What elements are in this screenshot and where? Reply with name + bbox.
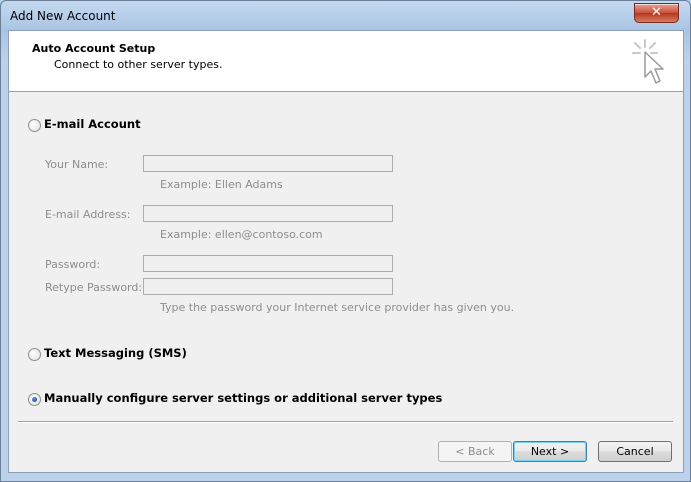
your-name-label: Your Name: xyxy=(45,158,109,171)
radio-selected-dot xyxy=(32,397,37,402)
password-hint: Type the password your Internet service … xyxy=(160,301,515,314)
password-input[interactable] xyxy=(143,255,393,272)
close-button[interactable]: ✕ xyxy=(634,3,679,23)
next-button[interactable]: Next > xyxy=(513,441,587,462)
footer-divider xyxy=(18,421,673,423)
sms-label[interactable]: Text Messaging (SMS) xyxy=(44,346,187,360)
email-address-hint: Example: ellen@contoso.com xyxy=(160,228,323,241)
retype-password-label: Retype Password: xyxy=(45,281,143,294)
email-address-label: E-mail Address: xyxy=(45,208,131,221)
sms-radio[interactable] xyxy=(28,348,41,361)
window-title: Add New Account xyxy=(10,9,116,23)
cancel-button[interactable]: Cancel xyxy=(598,441,672,462)
wizard-header: Auto Account Setup Connect to other serv… xyxy=(9,31,683,92)
password-label: Password: xyxy=(45,258,101,271)
title-bar[interactable]: Add New Account ✕ xyxy=(1,1,690,31)
manual-config-radio[interactable] xyxy=(28,393,41,406)
your-name-hint: Example: Ellen Adams xyxy=(160,178,283,191)
dialog-client-area: Auto Account Setup Connect to other serv… xyxy=(8,30,684,473)
retype-password-input[interactable] xyxy=(143,278,393,295)
manual-config-label[interactable]: Manually configure server settings or ad… xyxy=(44,391,442,405)
back-button[interactable]: < Back xyxy=(438,441,512,462)
header-title: Auto Account Setup xyxy=(32,42,156,55)
email-account-label[interactable]: E-mail Account xyxy=(44,117,141,131)
cursor-click-icon xyxy=(632,39,664,84)
email-account-radio[interactable] xyxy=(28,119,41,132)
your-name-input[interactable] xyxy=(143,155,393,172)
email-address-input[interactable] xyxy=(143,205,393,222)
header-subtitle: Connect to other server types. xyxy=(54,58,223,71)
add-account-window: Add New Account ✕ Auto Account Setup Con… xyxy=(0,0,691,482)
